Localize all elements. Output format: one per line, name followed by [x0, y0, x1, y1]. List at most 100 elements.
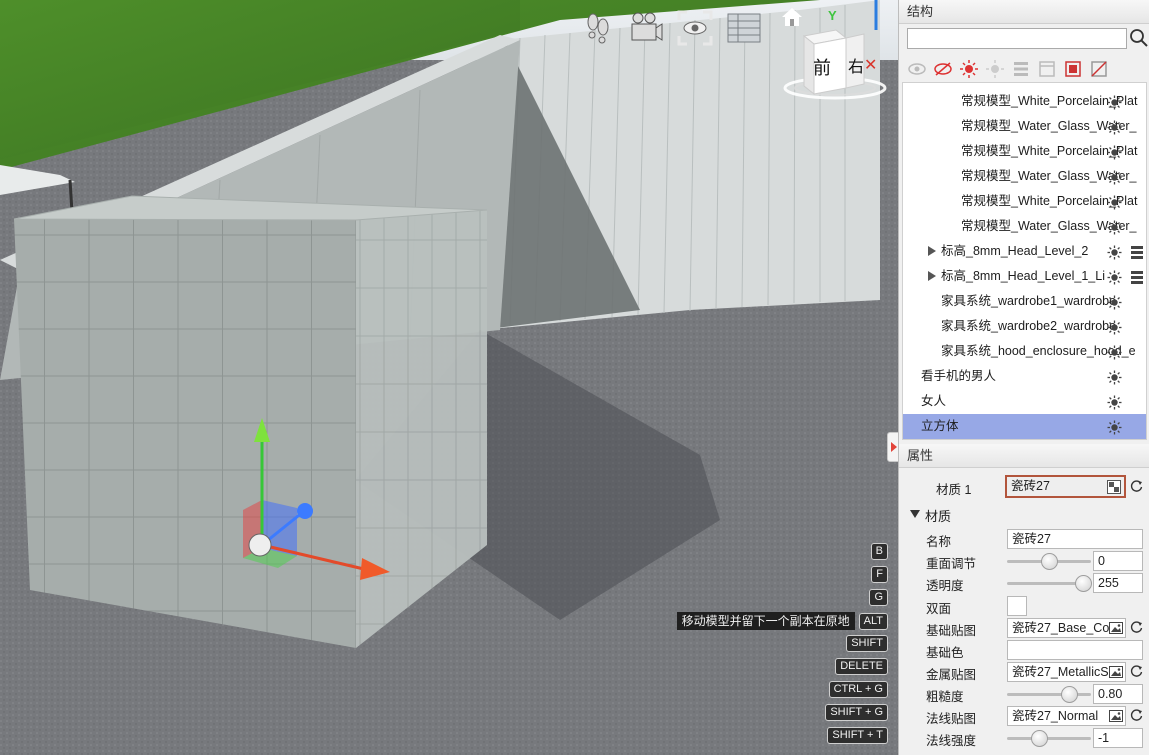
normal-strength-input[interactable]: -1 — [1093, 728, 1143, 748]
chevron-right-icon[interactable] — [928, 271, 936, 281]
tree-item-label: 立方体 — [921, 419, 959, 433]
light-toggle-icon[interactable] — [1107, 269, 1122, 285]
frame-off-icon[interactable] — [1089, 59, 1109, 79]
repeat-label: 重面调节 — [926, 557, 977, 571]
list-icon[interactable] — [1130, 244, 1144, 259]
reset-icon[interactable] — [1129, 620, 1144, 635]
tree-item[interactable]: 立方体 — [903, 414, 1146, 439]
chevron-down-icon[interactable] — [910, 510, 920, 518]
double-sided-label: 双面 — [926, 602, 952, 616]
tree-item-label: 女人 — [921, 394, 947, 408]
light-toggle-icon[interactable] — [1107, 319, 1122, 335]
light-toggle-icon[interactable] — [1107, 419, 1122, 435]
tree-item[interactable]: 常规模型_Water_Glass_Water_ — [903, 114, 1146, 139]
chevron-right-icon[interactable] — [928, 246, 936, 256]
footprints-icon[interactable] — [580, 10, 616, 46]
double-sided-checkbox[interactable] — [1007, 596, 1027, 616]
close-icon[interactable]: ✕ — [864, 55, 877, 75]
light-toggle-icon[interactable] — [1107, 294, 1122, 310]
opacity-slider[interactable] — [1007, 575, 1092, 592]
light-toggle-icon[interactable] — [1107, 169, 1122, 185]
eye-view-icon[interactable] — [677, 10, 713, 46]
normal-map-field[interactable]: 瓷砖27_Normal — [1007, 706, 1126, 726]
structure-tree[interactable]: 常规模型_White_Porcelain_Plat 常规模型_Water_Glas… — [902, 82, 1147, 440]
tree-item[interactable]: 标高_8mm_Head_Level_1_Li — [903, 264, 1146, 289]
sun-red-icon[interactable] — [959, 59, 979, 79]
normal-map-value: 瓷砖27_Normal — [1012, 709, 1099, 723]
tree-item[interactable]: 常规模型_Water_Glass_Water_ — [903, 214, 1146, 239]
double-sided-row: 双面 — [899, 595, 1149, 617]
material-picker-icon[interactable] — [1107, 480, 1121, 494]
tree-item[interactable]: 常规模型_White_Porcelain_Plat — [903, 189, 1146, 214]
tree-item[interactable]: 标高_8mm_Head_Level_2 — [903, 239, 1146, 264]
base-color-swatch[interactable] — [1007, 640, 1143, 660]
search-input[interactable] — [907, 28, 1127, 49]
shortcut-row-alt: 移动模型并留下一个副本在原地 ALT — [676, 612, 888, 630]
shortcut-row-shift: SHIFT — [846, 635, 888, 652]
tree-item[interactable]: 常规模型_White_Porcelain_Plat — [903, 89, 1146, 114]
reset-icon[interactable] — [1129, 479, 1144, 494]
tree-item[interactable]: 家具系统_wardrobe1_wardrobe — [903, 289, 1146, 314]
repeat-slider-knob[interactable] — [1041, 553, 1058, 570]
tree-item[interactable]: 家具系统_hood_enclosure_hood_e — [903, 339, 1146, 364]
material-slot-field[interactable]: 瓷砖27 — [1005, 475, 1126, 498]
material-name-row: 名称 瓷砖27 — [899, 528, 1149, 550]
material-section-header[interactable]: 材质 — [899, 503, 1149, 525]
nav-cube[interactable]: Y 前 右 ✕ — [780, 8, 890, 103]
light-toggle-icon[interactable] — [1107, 119, 1122, 135]
list-icon[interactable] — [1130, 269, 1144, 284]
tree-item[interactable]: 女人 — [903, 389, 1146, 414]
light-toggle-icon[interactable] — [1107, 344, 1122, 360]
nav-cube-right-face[interactable]: 右 — [848, 53, 864, 77]
repeat-slider[interactable] — [1007, 553, 1091, 570]
opacity-input[interactable]: 255 — [1093, 573, 1143, 593]
light-toggle-icon[interactable] — [1107, 244, 1122, 260]
eye-icon[interactable] — [907, 59, 927, 79]
light-toggle-icon[interactable] — [1107, 219, 1122, 235]
material-slot-label: 材质 1 — [936, 483, 972, 497]
eye-off-icon[interactable] — [933, 59, 953, 79]
metal-map-field[interactable]: 瓷砖27_MetallicS — [1007, 662, 1126, 682]
normal-map-label: 法线贴图 — [926, 712, 977, 726]
opacity-label: 透明度 — [926, 579, 964, 593]
light-toggle-icon[interactable] — [1107, 144, 1122, 160]
window-icon[interactable] — [1037, 59, 1057, 79]
material-name-input[interactable]: 瓷砖27 — [1007, 529, 1143, 549]
opacity-row: 透明度 255 — [899, 572, 1149, 594]
frame-red-icon[interactable] — [1063, 59, 1083, 79]
grid-panel-icon[interactable] — [726, 10, 762, 46]
normal-strength-slider[interactable] — [1007, 730, 1091, 747]
light-toggle-icon[interactable] — [1107, 394, 1122, 410]
3d-viewport[interactable]: Y 前 右 ✕ B F G 移动模型并留下一个副本在原地 ALT SHIFT D… — [0, 0, 898, 755]
tree-item[interactable]: 家具系统_wardrobe2_wardrobe — [903, 314, 1146, 339]
base-map-label: 基础贴图 — [926, 624, 977, 638]
normal-strength-slider-knob[interactable] — [1031, 730, 1048, 747]
repeat-input[interactable]: 0 — [1093, 551, 1143, 571]
opacity-slider-knob[interactable] — [1075, 575, 1092, 592]
shortcut-hint-text: 移动模型并留下一个副本在原地 — [676, 612, 855, 630]
light-toggle-icon[interactable] — [1107, 194, 1122, 210]
search-icon[interactable] — [1129, 28, 1149, 49]
key-badge-g: G — [869, 589, 888, 606]
camera-icon[interactable] — [628, 10, 664, 46]
tree-item[interactable]: 常规模型_White_Porcelain_Plat — [903, 139, 1146, 164]
base-map-field[interactable]: 瓷砖27_Base_Co — [1007, 618, 1126, 638]
roughness-slider[interactable] — [1007, 686, 1091, 703]
light-toggle-icon[interactable] — [1107, 94, 1122, 110]
nav-cube-front-face[interactable]: 前 — [813, 54, 831, 80]
tree-item[interactable]: 看手机的男人 — [903, 364, 1146, 389]
roughness-slider-knob[interactable] — [1061, 686, 1078, 703]
image-icon[interactable] — [1109, 710, 1123, 722]
tree-item[interactable]: 常规模型_Water_Glass_Water_ — [903, 164, 1146, 189]
reset-icon[interactable] — [1129, 708, 1144, 723]
base-color-label: 基础色 — [926, 646, 964, 660]
reset-icon[interactable] — [1129, 664, 1144, 679]
light-toggle-icon[interactable] — [1107, 369, 1122, 385]
image-icon[interactable] — [1109, 622, 1123, 634]
roughness-input[interactable]: 0.80 — [1093, 684, 1143, 704]
list-icon[interactable] — [1011, 59, 1031, 79]
image-icon[interactable] — [1109, 666, 1123, 678]
key-badge-ctrl-g: CTRL + G — [828, 681, 888, 698]
sun-icon[interactable] — [985, 59, 1005, 79]
shortcut-row-g: G — [869, 589, 888, 606]
